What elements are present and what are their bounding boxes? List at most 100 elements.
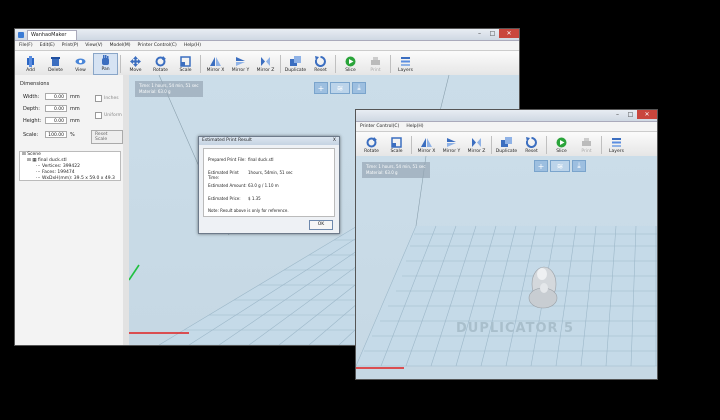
- print-material-text: Material: 63.0 g: [366, 170, 398, 175]
- toolbar-separator: [390, 55, 391, 73]
- move-icon: [130, 56, 141, 67]
- dialog-title: Estimated Print Result: [202, 138, 252, 143]
- print-info-overlay: Time: 1 hours, 54 min, 51 sec Material: …: [135, 81, 203, 97]
- dialog-close-button[interactable]: X: [333, 137, 336, 145]
- close-button[interactable]: ✕: [637, 110, 657, 119]
- slice-button[interactable]: Slice: [338, 53, 363, 75]
- view-mode-icon[interactable]: ≋: [330, 82, 350, 94]
- mirror-x-icon: [210, 56, 221, 67]
- eye-icon: [75, 56, 86, 67]
- print-material-text: Material: 63.0 g: [139, 89, 171, 94]
- toolbar-separator: [335, 55, 336, 73]
- uniform-checkbox[interactable]: Uniform: [95, 112, 122, 119]
- menu-model[interactable]: Model(M): [110, 43, 131, 48]
- rotate-button[interactable]: Rotate: [359, 134, 384, 156]
- toolbar-separator: [200, 55, 201, 73]
- layers-button[interactable]: Layers: [393, 53, 418, 75]
- rotate-button[interactable]: Rotate: [148, 53, 173, 75]
- 3d-viewport[interactable]: DUPLICATOR 5 Time: 1 hours, 54 min, 51 s…: [356, 156, 657, 379]
- reset-button[interactable]: Reset: [308, 53, 333, 75]
- menu-printer-control[interactable]: Printer Control(C): [137, 43, 176, 48]
- maximize-button[interactable]: □: [624, 110, 637, 119]
- rotate-icon: [155, 56, 166, 67]
- mirror-y-button[interactable]: Mirror Y: [439, 134, 464, 156]
- scale-field[interactable]: 100.00: [45, 131, 67, 138]
- menu-bar: File(F) Edit(E) Print(P) View(V) Model(M…: [15, 41, 519, 51]
- ok-button[interactable]: OK: [309, 220, 333, 230]
- mirror-z-button[interactable]: Mirror Z: [464, 134, 489, 156]
- download-icon[interactable]: ⤓: [572, 160, 586, 172]
- menu-help[interactable]: Help(H): [406, 124, 423, 129]
- height-unit: mm: [70, 117, 80, 124]
- duplicate-button[interactable]: Duplicate: [283, 53, 308, 75]
- print-info-overlay: Time: 1 hours, 54 min, 51 sec Material: …: [362, 162, 430, 178]
- reset-scale-button[interactable]: Reset Scale: [91, 130, 123, 144]
- grid-plate: [356, 226, 657, 366]
- mirror-x-button[interactable]: Mirror X: [414, 134, 439, 156]
- estimated-print-result-dialog: Estimated Print Result X Prepared Print …: [198, 136, 340, 234]
- scale-label: Scale:: [23, 131, 39, 138]
- mirror-y-icon: [235, 56, 246, 67]
- scale-unit: %: [70, 131, 75, 138]
- add-button[interactable]: Add: [18, 53, 43, 75]
- plus-icon[interactable]: +: [314, 82, 328, 94]
- checkbox-box: [95, 112, 102, 119]
- menu-edit[interactable]: Edit(E): [40, 43, 55, 48]
- reset-icon: [315, 56, 326, 67]
- mirror-y-button[interactable]: Mirror Y: [228, 53, 253, 75]
- view-button[interactable]: View: [68, 53, 93, 75]
- print-button[interactable]: Print: [574, 134, 599, 156]
- dimensions-heading: Dimensions: [20, 81, 50, 87]
- cube-icon: ▦: [32, 158, 37, 163]
- toolbar: Add Delete View Pan Move Rotate Scale Mi…: [15, 51, 519, 76]
- toolbar-separator: [411, 136, 412, 154]
- depth-field[interactable]: 0.00: [45, 105, 67, 112]
- menu-file[interactable]: File(F): [19, 43, 33, 48]
- duplicate-button[interactable]: Duplicate: [494, 134, 519, 156]
- width-field[interactable]: 0.00: [45, 93, 67, 100]
- mirror-z-button[interactable]: Mirror Z: [253, 53, 278, 75]
- title-bar: WanhaoMaker – □ ✕: [15, 29, 519, 41]
- play-icon: [556, 137, 567, 148]
- toolbar-separator: [120, 55, 121, 73]
- rotate-icon: [366, 137, 377, 148]
- scene-tree: ⊟ Scene ⊟ ▦ final duck.stl ⋯ Vertices: 3…: [19, 151, 121, 181]
- print-button[interactable]: Print: [363, 53, 388, 75]
- mirror-x-button[interactable]: Mirror X: [203, 53, 228, 75]
- y-axis-line: [129, 264, 140, 281]
- menu-printer-control[interactable]: Printer Control(C): [360, 124, 399, 129]
- layers-icon: [400, 56, 411, 67]
- layers-button[interactable]: Layers: [604, 134, 629, 156]
- price-value: $ 1.35: [248, 196, 261, 201]
- duplicate-icon: [501, 137, 512, 148]
- slice-button[interactable]: Slice: [549, 134, 574, 156]
- delete-button[interactable]: Delete: [43, 53, 68, 75]
- play-icon: [345, 56, 356, 67]
- inches-checkbox[interactable]: Inches: [95, 95, 119, 102]
- window-title: WanhaoMaker: [27, 29, 78, 40]
- minimize-button[interactable]: –: [611, 110, 624, 119]
- move-button[interactable]: Move: [123, 53, 148, 75]
- app-icon: [18, 31, 24, 38]
- pan-button[interactable]: Pan: [93, 53, 118, 75]
- menu-view[interactable]: View(V): [85, 43, 102, 48]
- mirror-z-icon: [471, 137, 482, 148]
- dialog-title-bar: Estimated Print Result X: [199, 137, 339, 145]
- scale-button[interactable]: Scale: [173, 53, 198, 75]
- height-field[interactable]: 0.00: [45, 117, 67, 124]
- maximize-button[interactable]: □: [486, 29, 499, 38]
- duplicate-icon: [290, 56, 301, 67]
- dialog-content: Prepared Print File: final duck.stl Estim…: [203, 148, 335, 217]
- mirror-x-icon: [421, 137, 432, 148]
- reset-button[interactable]: Reset: [519, 134, 544, 156]
- view-mode-icon[interactable]: ≋: [550, 160, 570, 172]
- checkbox-box: [95, 95, 102, 102]
- plus-icon[interactable]: +: [534, 160, 548, 172]
- scale-button[interactable]: Scale: [384, 134, 409, 156]
- menu-print[interactable]: Print(P): [62, 43, 79, 48]
- mirror-y-icon: [446, 137, 457, 148]
- close-button[interactable]: ✕: [499, 29, 519, 38]
- menu-help[interactable]: Help(H): [184, 43, 201, 48]
- download-icon[interactable]: ⤓: [352, 82, 366, 94]
- minimize-button[interactable]: –: [473, 29, 486, 38]
